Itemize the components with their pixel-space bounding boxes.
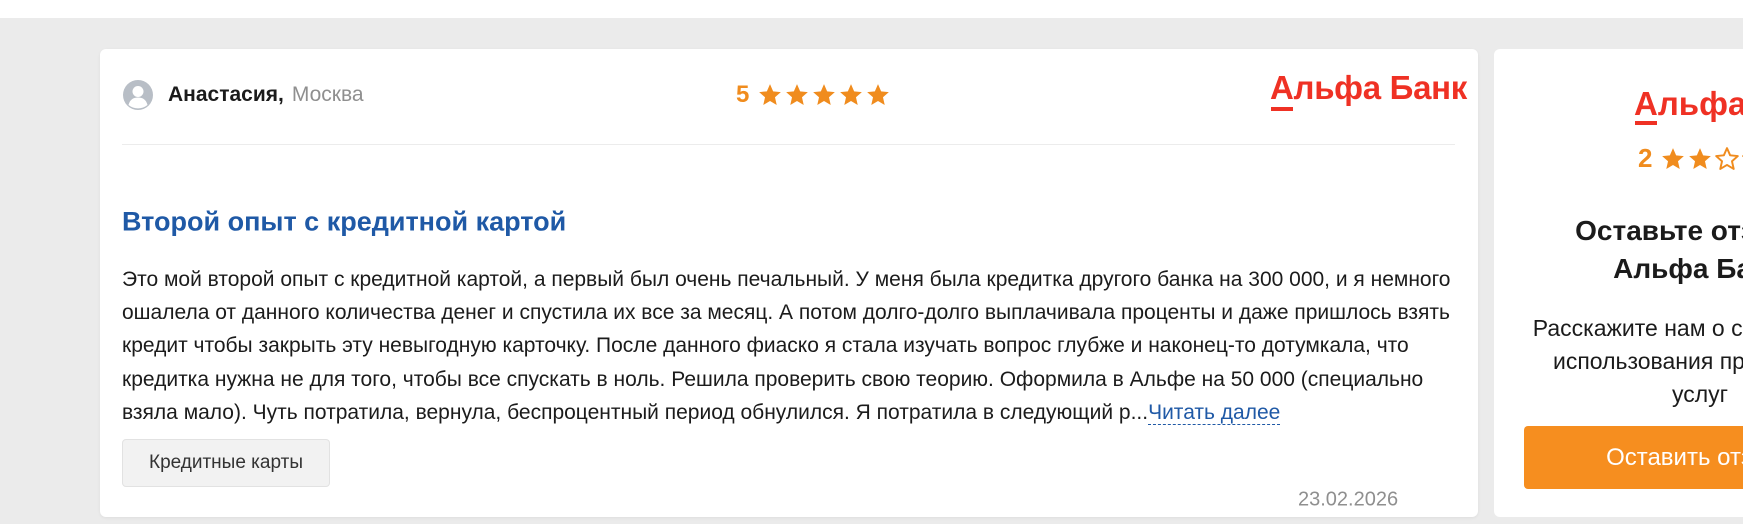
leave-review-button[interactable]: Оставить отзыв <box>1524 426 1743 489</box>
read-more-link[interactable]: Читать далее <box>1148 400 1281 425</box>
star-filled-icon <box>1662 147 1685 169</box>
review-card: Анастасия, Москва 5 Альфа Банк Второй оп… <box>100 49 1478 517</box>
author-name: Анастасия, <box>168 83 284 106</box>
side-rating-stars <box>1660 146 1743 172</box>
star-filled-icon <box>786 84 809 105</box>
rating-value: 5 <box>736 81 750 108</box>
star-filled-icon <box>813 84 836 105</box>
review-title[interactable]: Второй опыт с кредитной картой <box>122 207 566 238</box>
bank-logo-text: Альфа Банк <box>1270 69 1467 106</box>
side-bank-rating: 2 <box>1638 143 1743 174</box>
star-filled-icon <box>1689 147 1712 169</box>
side-bank-logo[interactable]: Альфа Банк <box>1634 85 1743 123</box>
author-city: Москва <box>291 83 364 106</box>
user-avatar-icon <box>123 80 153 110</box>
leave-review-heading: Оставьте отзыв о Альфа Банк <box>1575 215 1743 284</box>
star-filled-icon <box>759 84 782 105</box>
star-filled-icon <box>840 84 863 105</box>
rating-stars <box>757 82 892 108</box>
category-tag[interactable]: Кредитные карты <box>122 439 330 487</box>
divider <box>122 144 1455 145</box>
side-rating-value: 2 <box>1638 143 1653 173</box>
bank-logo-underline <box>1271 107 1293 111</box>
leave-review-description: Расскажите нам о своем опыте использован… <box>1532 315 1743 407</box>
review-author: Анастасия, Москва <box>122 77 364 113</box>
star-empty-icon <box>1715 146 1740 170</box>
review-rating: 5 <box>736 77 892 113</box>
side-bank-logo-underline <box>1635 121 1657 125</box>
leave-review-card: Альфа Банк 2 Оставьте отзыв о Альфа Банк… <box>1494 49 1743 517</box>
review-date: 23.02.2026 <box>1298 488 1399 511</box>
bank-logo[interactable]: Альфа Банк <box>1270 69 1467 115</box>
star-filled-icon <box>867 84 890 105</box>
review-text: Это мой второй опыт с кредитной картой, … <box>122 263 1467 429</box>
